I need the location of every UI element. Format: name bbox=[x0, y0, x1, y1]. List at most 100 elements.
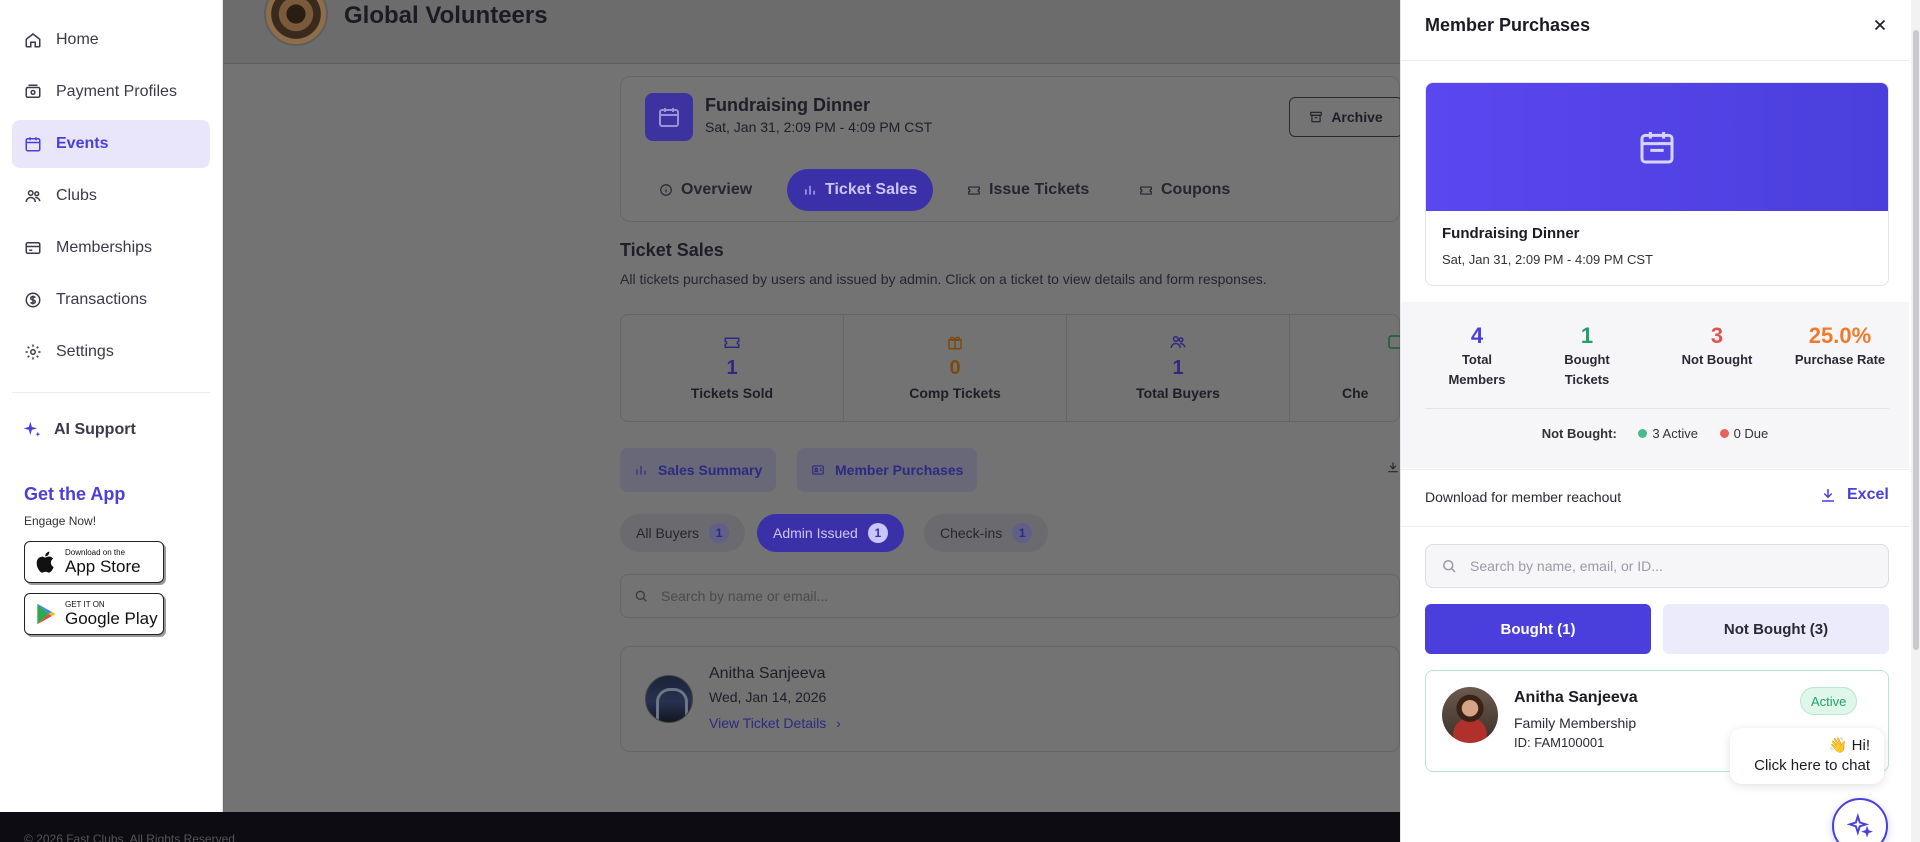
org-name: Global Volunteers bbox=[344, 2, 548, 29]
close-icon bbox=[1874, 19, 1886, 31]
search-placeholder: Search by name, email, or ID... bbox=[1470, 558, 1663, 574]
member-id: ID: FAM100001 bbox=[1514, 735, 1605, 750]
stat-tickets-sold: 1 Tickets Sold bbox=[621, 315, 844, 421]
stat-value: 1 bbox=[726, 357, 738, 379]
tab-coupons[interactable]: Coupons bbox=[1123, 169, 1246, 211]
tab-overview[interactable]: Overview bbox=[643, 169, 768, 211]
app-store-big: App Store bbox=[65, 557, 141, 576]
buyer-card[interactable]: Anitha Sanjeeva Wed, Jan 14, 2026 View T… bbox=[620, 646, 1400, 752]
tab-label: Overview bbox=[681, 181, 753, 198]
stat-label-2: Members bbox=[1448, 372, 1506, 387]
scrollbar-thumb[interactable] bbox=[1913, 30, 1919, 650]
not-bought-breakdown: Not Bought: 3 Active 0 Due bbox=[1401, 426, 1909, 441]
filter-check-ins[interactable]: Check-ins 1 bbox=[924, 514, 1049, 552]
dollar-icon bbox=[25, 292, 41, 308]
bought-tab-button[interactable]: Bought (1) bbox=[1425, 604, 1651, 654]
google-play-big: Google Play bbox=[65, 609, 158, 628]
section-title: Ticket Sales bbox=[620, 240, 724, 260]
status-badge: Active bbox=[1800, 687, 1858, 715]
footer-copyright: © 2026 Fast Clubs. All Rights Reserved. bbox=[24, 832, 239, 842]
sales-summary-button[interactable]: Sales Summary bbox=[620, 448, 777, 492]
excel-download-button[interactable]: Excel bbox=[1819, 486, 1889, 504]
ticket-stats: 1 Tickets Sold 0 Comp Tickets 1 Total Bu… bbox=[620, 314, 1400, 422]
calendar-icon bbox=[25, 137, 41, 152]
org-logo bbox=[264, 0, 328, 46]
gift-icon bbox=[948, 336, 962, 350]
tab-ticket-sales[interactable]: Ticket Sales bbox=[787, 169, 934, 211]
sidebar-item-label: Home bbox=[56, 31, 99, 48]
stat-label: Che bbox=[1342, 385, 1369, 401]
drawer-event-title: Fundraising Dinner bbox=[1442, 225, 1580, 242]
sidebar-item-clubs[interactable]: Clubs bbox=[12, 172, 210, 220]
sidebar-item-memberships[interactable]: Memberships bbox=[12, 224, 210, 272]
calendar-icon bbox=[659, 108, 679, 127]
active-count: 3 Active bbox=[1652, 426, 1698, 441]
main-content: Global Volunteers Fundraising Dinner Sat… bbox=[224, 0, 1403, 812]
users-icon bbox=[1170, 336, 1186, 349]
sidebar-item-label: Clubs bbox=[56, 187, 97, 204]
coupon-icon bbox=[1140, 186, 1152, 195]
google-play-badge[interactable]: GET IT ON Google Play bbox=[24, 593, 164, 635]
stat-label: Not Bought bbox=[1681, 352, 1753, 367]
chevron-right-icon: › bbox=[836, 715, 841, 731]
stat-purchase-rate: 25.0% Purchase Rate bbox=[1785, 322, 1895, 370]
download-row: Download for member reachout Excel bbox=[1401, 469, 1909, 527]
ticket-icon bbox=[724, 337, 740, 348]
archive-button[interactable]: Archive bbox=[1289, 97, 1403, 137]
buyer-date: Wed, Jan 14, 2026 bbox=[709, 689, 827, 705]
member-purchases-drawer: Member Purchases Fundraising Dinner Sat,… bbox=[1400, 0, 1920, 842]
stat-label: Tickets Sold bbox=[690, 385, 774, 401]
filter-label: All Buyers bbox=[636, 525, 700, 541]
sidebar-item-payment-profiles[interactable]: Payment Profiles bbox=[12, 68, 210, 116]
chat-prompt-bubble[interactable]: 👋 Hi! Click here to chat bbox=[1730, 728, 1884, 784]
not-bought-label: Not Bought: bbox=[1541, 426, 1617, 441]
download-text: Download for member reachout bbox=[1425, 489, 1622, 505]
sidebar-item-label: Events bbox=[56, 135, 109, 152]
avatar bbox=[645, 675, 693, 723]
payment-icon bbox=[25, 84, 41, 98]
member-purchases-label: Member Purchases bbox=[835, 462, 964, 478]
close-button[interactable] bbox=[1870, 15, 1890, 35]
stats-divider bbox=[1425, 408, 1889, 409]
stat-total-buyers: 1 Total Buyers bbox=[1067, 315, 1290, 421]
buyer-name: Anitha Sanjeeva bbox=[709, 665, 826, 682]
sidebar-item-settings[interactable]: Settings bbox=[12, 328, 210, 376]
filter-all-buyers[interactable]: All Buyers 1 bbox=[620, 514, 746, 552]
section-description: All tickets purchased by users and issue… bbox=[620, 271, 1267, 287]
drawer-scrollbar[interactable] bbox=[1911, 0, 1920, 842]
sidebar-divider bbox=[12, 392, 210, 393]
member-plan: Family Membership bbox=[1514, 715, 1637, 731]
app-store-badge[interactable]: Download on the App Store bbox=[24, 541, 164, 583]
due-dot bbox=[1719, 429, 1729, 438]
buyer-search-input[interactable]: Search by name or email... bbox=[620, 574, 1400, 618]
download-icon[interactable] bbox=[1386, 460, 1400, 474]
member-search-input[interactable]: Search by name, email, or ID... bbox=[1425, 544, 1889, 588]
calendar-icon bbox=[1640, 132, 1674, 164]
filter-label: Check-ins bbox=[940, 525, 1003, 541]
sidebar-item-transactions[interactable]: Transactions bbox=[12, 276, 210, 324]
bar-chart-icon bbox=[636, 465, 646, 475]
bar-chart-icon bbox=[805, 185, 815, 195]
filter-count: 1 bbox=[709, 523, 730, 543]
apple-icon bbox=[36, 551, 54, 573]
filter-count: 1 bbox=[867, 523, 888, 543]
stat-label: Comp Tickets bbox=[909, 385, 1001, 401]
event-title: Fundraising Dinner bbox=[705, 95, 871, 115]
archive-label: Archive bbox=[1331, 109, 1383, 125]
google-play-small: GET IT ON bbox=[65, 600, 105, 609]
not-bought-tab-button[interactable]: Not Bought (3) bbox=[1663, 604, 1889, 654]
view-ticket-details-link[interactable]: View Ticket Details › bbox=[709, 715, 841, 731]
download-icon bbox=[1822, 489, 1834, 502]
stat-value: 1 bbox=[1580, 323, 1594, 348]
search-icon bbox=[635, 590, 647, 602]
ai-support-link[interactable]: AI Support bbox=[22, 420, 136, 440]
filter-admin-issued[interactable]: Admin Issued 1 bbox=[757, 514, 904, 552]
chat-cta: Click here to chat bbox=[1754, 757, 1870, 774]
tab-issue-tickets[interactable]: Issue Tickets bbox=[951, 169, 1105, 211]
sidebar-item-home[interactable]: Home bbox=[12, 16, 210, 64]
avatar bbox=[1442, 687, 1498, 743]
link-label: View Ticket Details bbox=[709, 715, 827, 731]
member-purchases-button[interactable]: Member Purchases bbox=[797, 448, 978, 492]
due-count: 0 Due bbox=[1733, 426, 1769, 441]
sidebar-item-events[interactable]: Events bbox=[12, 120, 210, 168]
